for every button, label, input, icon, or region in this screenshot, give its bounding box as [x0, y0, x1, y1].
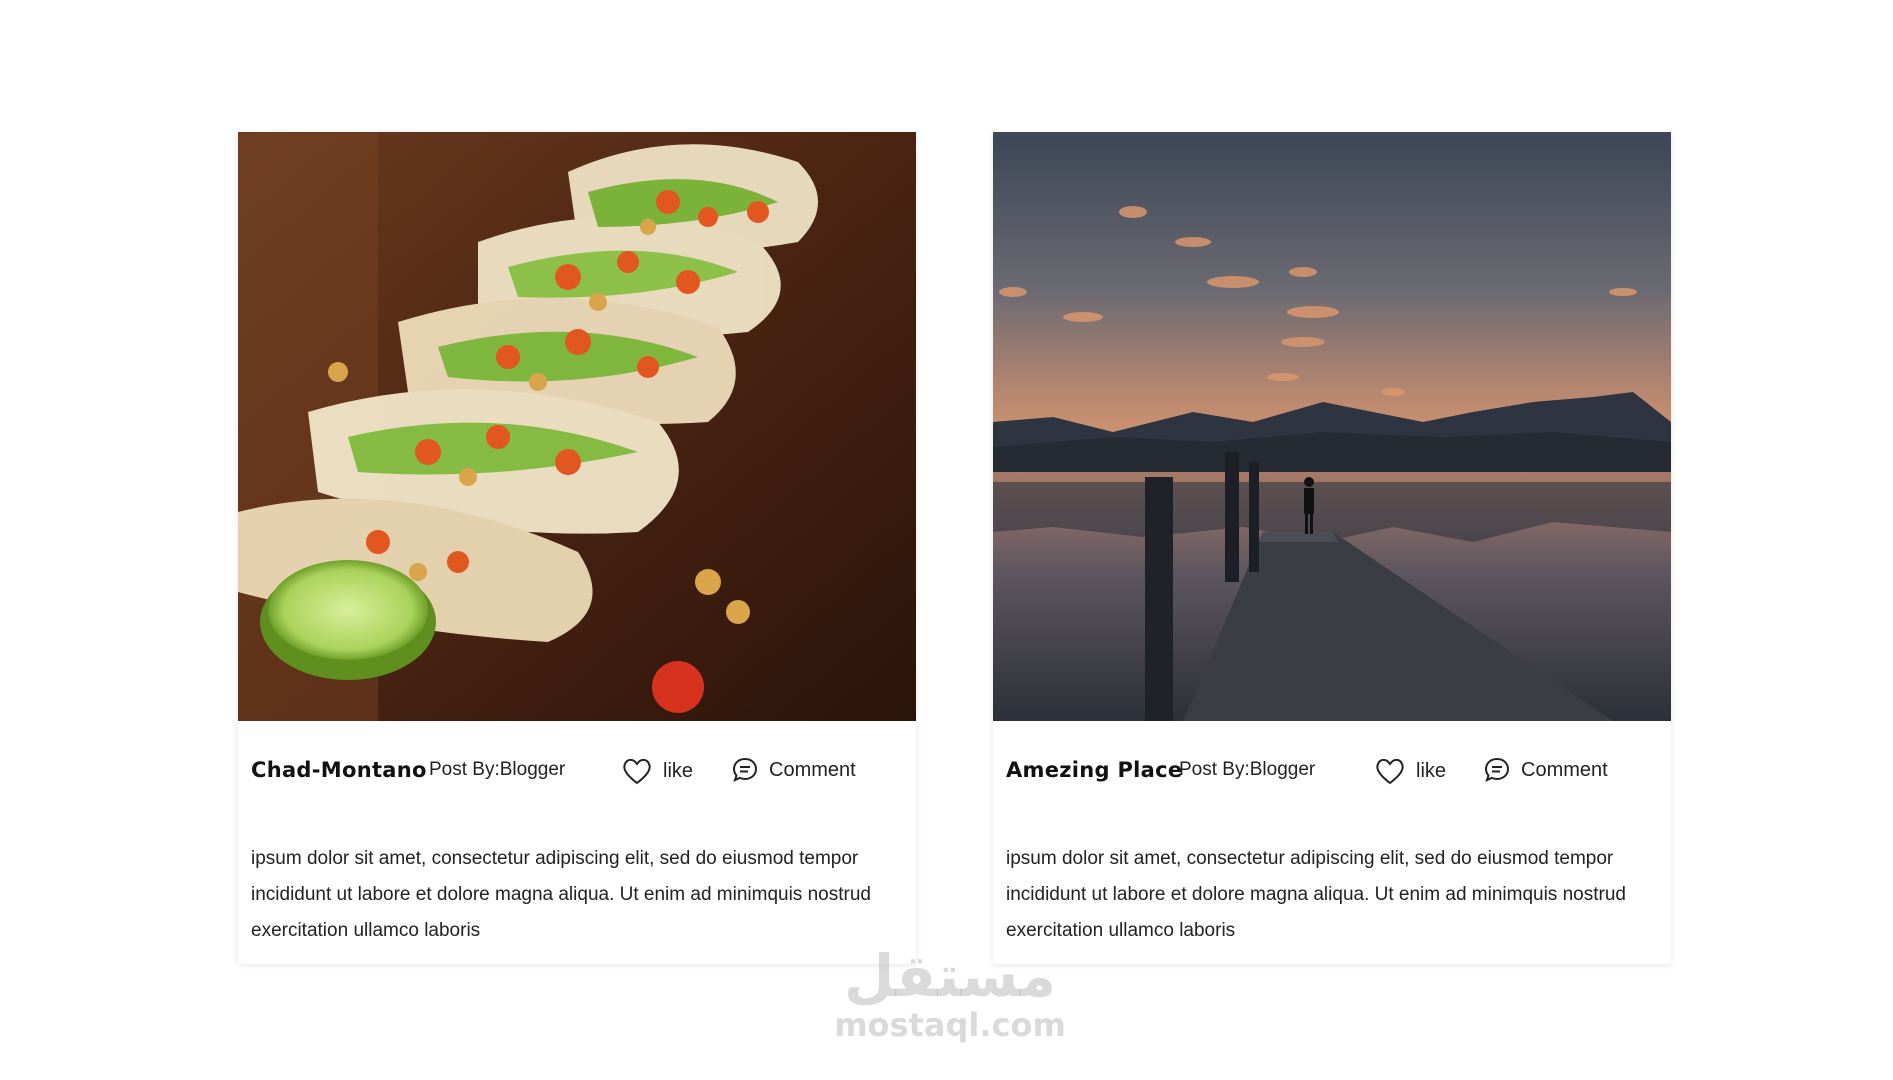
like-label: like [663, 759, 694, 782]
comment-button[interactable]: Comment [1483, 756, 1608, 784]
tacos-photo-icon [238, 132, 916, 721]
comment-label: Comment [769, 758, 856, 781]
post-author: Post By:Blogger [429, 759, 566, 780]
comment-button[interactable]: Comment [731, 756, 856, 784]
watermark-latin: mostaql.com [834, 1006, 1066, 1044]
post-body: ipsum dolor sit amet, consectetur adipis… [1006, 848, 1626, 941]
comment-icon [1484, 757, 1510, 782]
post-card: Amezing Place Post By:Blogger like Comme… [993, 132, 1671, 964]
comment-label: Comment [1521, 758, 1608, 781]
like-button[interactable]: like [1374, 756, 1446, 786]
lake-pier-sunset-photo-icon [993, 132, 1671, 721]
like-button[interactable]: like [621, 756, 693, 786]
post-image-tacos[interactable] [238, 132, 916, 721]
post-body: ipsum dolor sit amet, consectetur adipis… [251, 848, 871, 941]
comment-icon [732, 757, 758, 782]
post-card: Chad-Montano Post By:Blogger like Commen… [238, 132, 916, 964]
post-image-lake[interactable] [993, 132, 1671, 721]
heart-icon [1376, 758, 1404, 785]
like-label: like [1416, 759, 1447, 782]
post-meta: Amezing Place Post By:Blogger like Comme… [1006, 756, 1658, 796]
watermark: مستقل mostaql.com [820, 945, 1080, 1043]
post-title: Chad-Montano [251, 758, 427, 782]
watermark-arabic: مستقل [843, 942, 1057, 1010]
post-meta: Chad-Montano Post By:Blogger like Commen… [251, 756, 903, 796]
post-title: Amezing Place [1006, 758, 1183, 782]
post-author: Post By:Blogger [1179, 759, 1316, 780]
heart-icon [623, 758, 651, 785]
